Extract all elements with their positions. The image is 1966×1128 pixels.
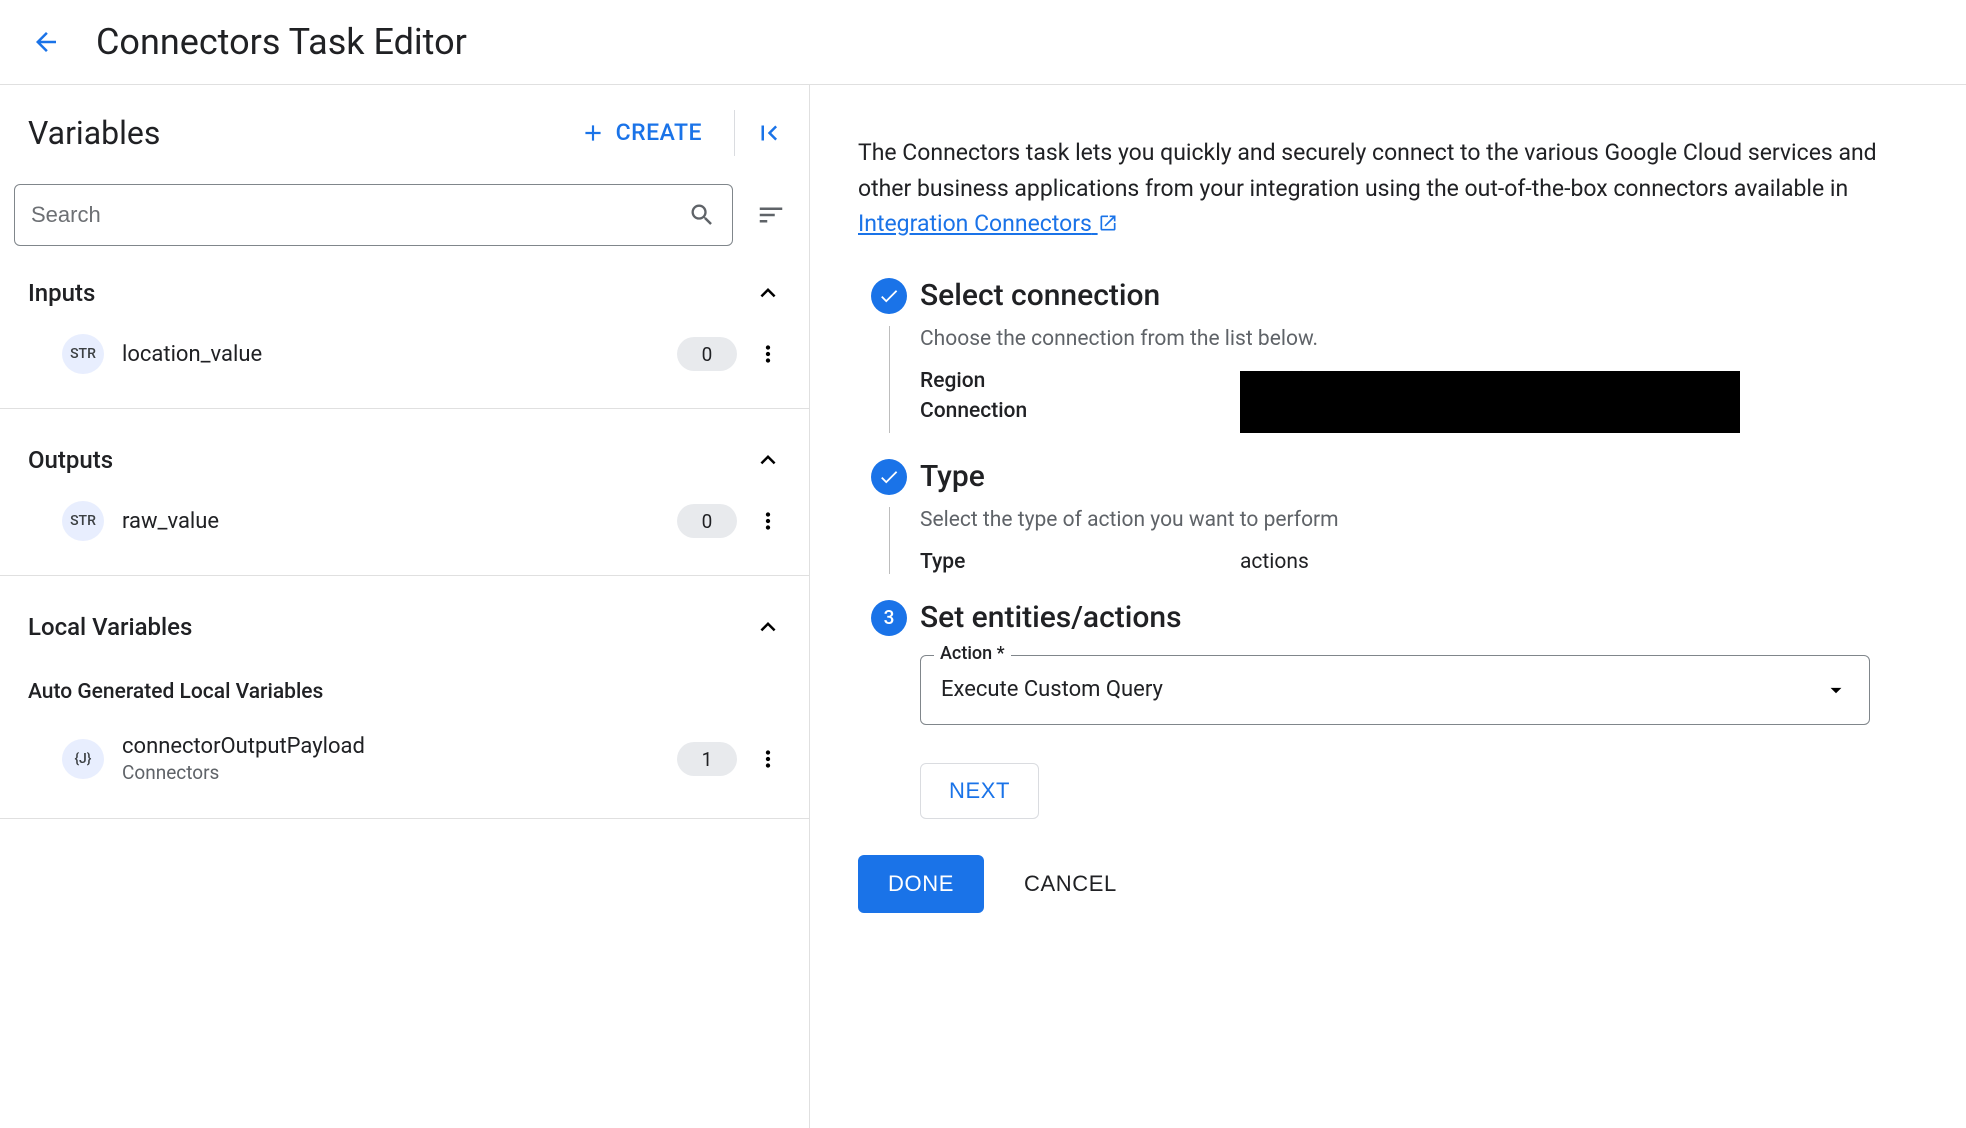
create-label: CREATE [616, 119, 702, 146]
type-label: Type [920, 550, 1240, 574]
bottom-actions: DONE CANCEL [858, 855, 1906, 913]
first-page-icon [754, 118, 784, 148]
done-button[interactable]: DONE [858, 855, 984, 913]
search-icon [688, 201, 716, 229]
external-link-icon [1098, 213, 1118, 233]
step-complete-icon [871, 278, 907, 314]
step1-title: Select connection [920, 278, 1906, 313]
inputs-header[interactable]: Inputs [0, 264, 809, 318]
step-body: Select connection Choose the connection … [920, 278, 1906, 439]
step2-desc: Select the type of action you want to pe… [920, 508, 1906, 532]
variable-more-button[interactable] [753, 501, 783, 541]
outputs-section: Outputs STR raw_value 0 [0, 409, 809, 576]
inputs-section: Inputs STR location_value 0 [0, 264, 809, 409]
outputs-header[interactable]: Outputs [0, 409, 809, 485]
inputs-title: Inputs [28, 279, 753, 307]
type-badge: STR [62, 334, 104, 374]
chevron-up-icon [753, 445, 783, 475]
chevron-up-icon [753, 612, 783, 642]
create-button[interactable]: CREATE [562, 109, 720, 156]
main: Variables CREATE Inputs [0, 85, 1966, 1128]
variable-subtitle: Connectors [122, 761, 677, 784]
search-box[interactable] [14, 184, 733, 246]
plus-icon [580, 120, 606, 146]
type-row: Type actions [920, 550, 1906, 574]
arrow-left-icon [31, 27, 61, 57]
variable-name: raw_value [122, 509, 677, 534]
check-icon [878, 285, 900, 307]
type-value: actions [1240, 550, 1906, 574]
next-button[interactable]: NEXT [920, 763, 1039, 819]
page-title: Connectors Task Editor [96, 21, 467, 63]
redacted-block [1240, 371, 1740, 433]
header: Connectors Task Editor [0, 0, 1966, 85]
filter-list-icon [756, 200, 786, 230]
variable-name: location_value [122, 342, 677, 367]
step3-title: Set entities/actions [920, 600, 1906, 635]
variable-name: connectorOutputPayload [122, 734, 677, 759]
variable-row[interactable]: {J} connectorOutputPayload Connectors 1 [0, 718, 809, 800]
integration-connectors-link[interactable]: Integration Connectors [858, 210, 1118, 237]
more-vert-icon [755, 508, 781, 534]
editor-body: The Connectors task lets you quickly and… [810, 85, 1966, 1128]
filter-button[interactable] [751, 195, 791, 235]
step-type: Type Select the type of action you want … [858, 459, 1906, 580]
action-select-label: Action * [934, 643, 1011, 664]
collapse-panel-button[interactable] [749, 113, 789, 153]
step-indicator [858, 278, 920, 439]
variable-row[interactable]: STR location_value 0 [0, 318, 809, 390]
variables-header: Variables CREATE [0, 85, 809, 176]
chevron-up-icon [753, 278, 783, 308]
variable-more-button[interactable] [753, 334, 783, 374]
action-select-wrap: Action * Execute Custom Query [920, 655, 1870, 725]
check-icon [878, 466, 900, 488]
local-header[interactable]: Local Variables [0, 576, 809, 652]
variable-row[interactable]: STR raw_value 0 [0, 485, 809, 557]
type-badge: {J} [62, 739, 104, 779]
connection-label: Connection [920, 399, 1240, 433]
variables-panel: Variables CREATE Inputs [0, 85, 810, 1128]
divider [734, 110, 735, 156]
step2-title: Type [920, 459, 1906, 494]
autogen-label: Auto Generated Local Variables [0, 652, 809, 718]
reference-count: 1 [677, 742, 737, 776]
step-connector-line [889, 507, 890, 574]
action-select-value: Execute Custom Query [941, 677, 1823, 702]
intro-prefix: The Connectors task lets you quickly and… [858, 139, 1877, 202]
variables-title: Variables [28, 114, 562, 152]
search-input[interactable] [31, 202, 688, 228]
variable-text: connectorOutputPayload Connectors [122, 734, 677, 784]
step-indicator: 3 [858, 600, 920, 819]
reference-count: 0 [677, 504, 737, 538]
step1-desc: Choose the connection from the list belo… [920, 327, 1906, 351]
more-vert-icon [755, 746, 781, 772]
dropdown-icon [1823, 677, 1849, 703]
connection-value [1240, 399, 1906, 433]
variable-more-button[interactable] [753, 739, 783, 779]
region-label: Region [920, 369, 1240, 393]
step-indicator [858, 459, 920, 580]
step-connector-line [889, 326, 890, 433]
step-body: Type Select the type of action you want … [920, 459, 1906, 580]
search-row [0, 176, 809, 264]
connection-row: Connection [920, 399, 1906, 433]
cancel-button[interactable]: CANCEL [1024, 871, 1117, 897]
step-complete-icon [871, 459, 907, 495]
step-entities-actions: 3 Set entities/actions Action * Execute … [858, 600, 1906, 819]
intro-text: The Connectors task lets you quickly and… [858, 135, 1906, 242]
reference-count: 0 [677, 337, 737, 371]
step-select-connection: Select connection Choose the connection … [858, 278, 1906, 439]
outputs-title: Outputs [28, 446, 753, 474]
type-badge: STR [62, 501, 104, 541]
more-vert-icon [755, 341, 781, 367]
back-button[interactable] [24, 20, 68, 64]
step-body: Set entities/actions Action * Execute Cu… [920, 600, 1906, 819]
local-title: Local Variables [28, 613, 753, 641]
local-section: Local Variables Auto Generated Local Var… [0, 576, 809, 819]
action-select[interactable]: Execute Custom Query [920, 655, 1870, 725]
step-number: 3 [871, 600, 907, 636]
